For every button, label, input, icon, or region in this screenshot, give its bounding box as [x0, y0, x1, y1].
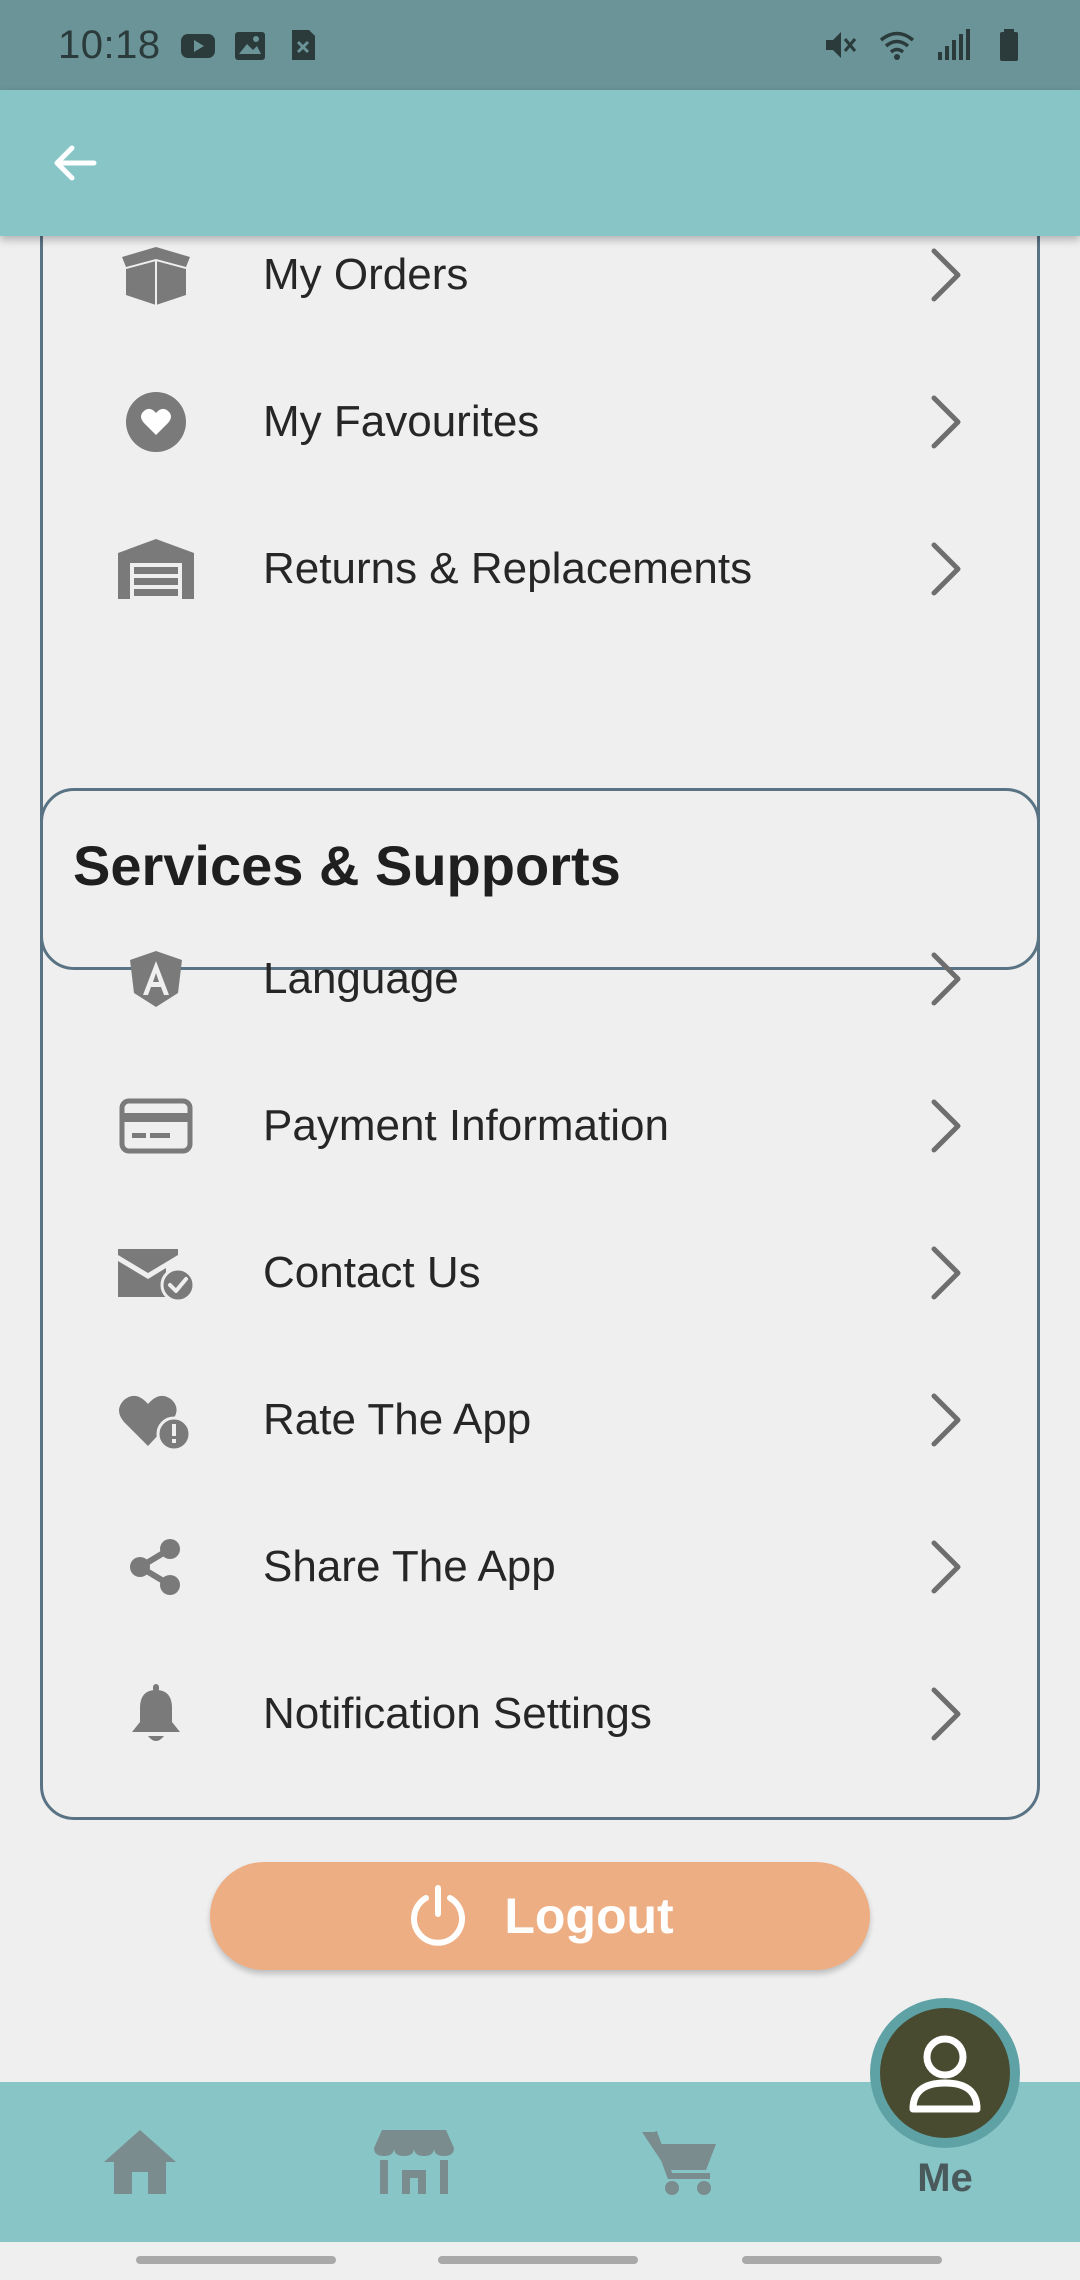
menu-item-my-orders[interactable]: My Orders — [43, 236, 1037, 348]
nav-me-label: Me — [917, 2156, 973, 2200]
chevron-right-icon — [916, 1091, 976, 1161]
chevron-right-icon — [916, 1238, 976, 1308]
services-card: Services & Supports Language Payment Inf… — [40, 788, 1040, 1820]
chevron-right-icon — [916, 534, 976, 604]
wifi-icon — [879, 31, 915, 60]
home-icon — [104, 2130, 176, 2194]
menu-label: Share The App — [263, 1541, 556, 1591]
back-button[interactable] — [48, 137, 100, 189]
status-bar: 10:18 — [0, 0, 1080, 90]
nav-home[interactable] — [40, 2082, 240, 2242]
nav-store[interactable] — [314, 2082, 514, 2242]
menu-item-contact-us[interactable]: Contact Us — [43, 1199, 1037, 1346]
logout-button[interactable]: Logout — [210, 1862, 870, 1970]
menu-label: Returns & Replacements — [263, 543, 753, 593]
person-icon — [909, 2035, 981, 2113]
mute-icon — [826, 32, 857, 58]
menu-item-payment-information[interactable]: Payment Information — [43, 1052, 1037, 1199]
logout-label: Logout — [504, 1888, 674, 1944]
system-nav-pill[interactable] — [742, 2256, 942, 2264]
chevron-right-icon — [916, 240, 976, 310]
system-nav-pill[interactable] — [438, 2256, 638, 2264]
menu-label: My Favourites — [263, 396, 540, 446]
chevron-right-icon — [916, 1385, 976, 1455]
system-nav-bar — [0, 2242, 1080, 2280]
nav-me[interactable] — [870, 1998, 1020, 2148]
chevron-right-icon — [916, 387, 976, 457]
menu-item-notification-settings[interactable]: Notification Settings — [43, 1640, 1037, 1787]
card-title: Services & Supports — [73, 834, 621, 897]
menu-label: My Orders — [263, 249, 469, 299]
youtube-icon — [180, 34, 215, 58]
menu-label: Rate The App — [263, 1394, 532, 1444]
angular-shield-icon — [111, 934, 201, 1024]
profile-content[interactable]: My Orders My Favourites Returns & Replac… — [0, 236, 1080, 2082]
chevron-right-icon — [916, 1532, 976, 1602]
signal-icon — [938, 29, 970, 60]
chevron-right-icon — [916, 1679, 976, 1749]
heart-circle-icon — [111, 377, 201, 467]
menu-label: Payment Information — [263, 1100, 669, 1150]
nav-cart[interactable] — [580, 2082, 780, 2242]
status-time: 10:18 — [58, 22, 161, 67]
cart-icon — [642, 2130, 716, 2195]
battery-icon — [1000, 29, 1018, 61]
mail-check-icon — [111, 1228, 201, 1318]
menu-item-my-favourites[interactable]: My Favourites — [43, 348, 1037, 495]
nav-me-badge — [880, 2008, 1010, 2138]
power-icon — [411, 1885, 466, 1946]
box-open-icon — [111, 236, 201, 320]
menu-label: Contact Us — [263, 1247, 481, 1297]
bell-icon — [111, 1669, 201, 1759]
menu-item-share-the-app[interactable]: Share The App — [43, 1493, 1037, 1640]
menu-item-rate-the-app[interactable]: Rate The App — [43, 1346, 1037, 1493]
menu-item-returns-replacements[interactable]: Returns & Replacements — [43, 495, 1037, 642]
status-left-icons — [179, 26, 321, 64]
menu-label: Language — [263, 953, 459, 1003]
share-icon — [111, 1522, 201, 1612]
menu-label: Notification Settings — [263, 1688, 652, 1738]
menu-item-language[interactable]: Language — [43, 905, 1037, 1052]
status-right-icons — [822, 26, 1028, 64]
credit-card-icon — [111, 1081, 201, 1171]
store-icon — [374, 2130, 454, 2194]
image-icon — [234, 32, 265, 60]
chevron-right-icon — [916, 944, 976, 1014]
close-box-icon — [291, 30, 315, 60]
system-nav-pill[interactable] — [136, 2256, 336, 2264]
heart-alert-icon — [111, 1375, 201, 1465]
app-bar — [0, 90, 1080, 236]
arrow-left-icon — [54, 145, 97, 181]
warehouse-icon — [111, 524, 201, 614]
